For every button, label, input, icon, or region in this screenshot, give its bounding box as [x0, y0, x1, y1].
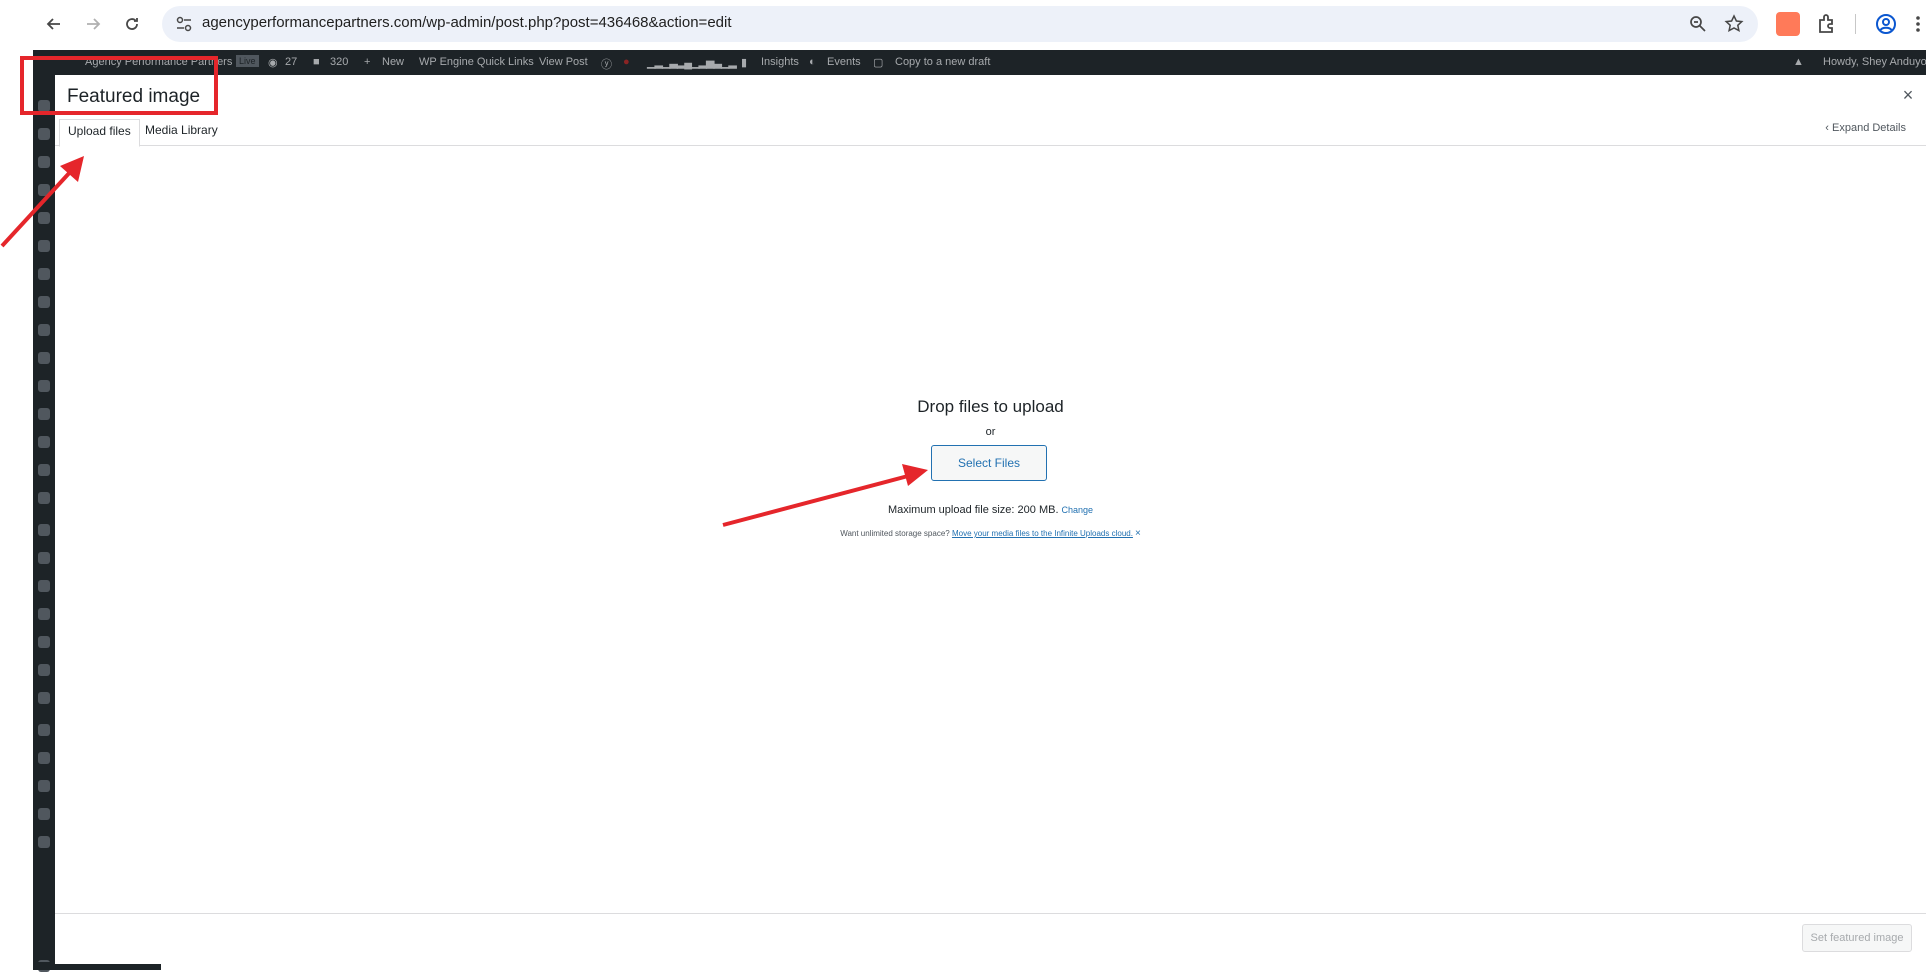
insights-bar-icon: ▮: [741, 57, 748, 69]
new-menu[interactable]: New: [382, 56, 404, 68]
menu-chart-icon[interactable]: [38, 436, 50, 448]
menu-image-icon[interactable]: [38, 664, 50, 676]
menu-star-icon[interactable]: [38, 780, 50, 792]
seo-status-dot-icon: ●: [623, 56, 630, 68]
menu-w-icon[interactable]: [38, 352, 50, 364]
dismiss-icon[interactable]: ×: [1135, 528, 1141, 539]
chevron-left-icon: ‹: [1825, 122, 1829, 134]
expand-details-button[interactable]: ‹ Expand Details: [1825, 122, 1906, 134]
modal-toolbar: Set featured image: [55, 913, 1926, 964]
wp-admin-bar: Agency Performance Partners Live ◉ 27 ■ …: [33, 50, 1926, 75]
menu-layout-icon[interactable]: [38, 380, 50, 392]
copy-to-new-draft[interactable]: Copy to a new draft: [895, 56, 990, 68]
zoom-icon[interactable]: [1688, 14, 1708, 34]
live-badge: Live: [236, 55, 259, 67]
menu-table-icon[interactable]: [38, 692, 50, 704]
back-button[interactable]: [40, 12, 68, 36]
address-bar[interactable]: agencyperformancepartners.com/wp-admin/p…: [162, 6, 1758, 42]
view-post-link[interactable]: View Post: [539, 56, 588, 68]
notifications-bell-icon[interactable]: ▲: [1793, 56, 1804, 68]
menu-circle-icon[interactable]: [38, 492, 50, 504]
menu-settings-icon[interactable]: [38, 808, 50, 820]
tab-media-library[interactable]: Media Library: [137, 119, 226, 144]
infinite-uploads-link[interactable]: Move your media files to the Infinite Up…: [952, 529, 1133, 538]
storage-prefix: Want unlimited storage space?: [840, 529, 950, 538]
featured-image-modal: Featured image × Upload files Media Libr…: [55, 75, 1926, 964]
close-icon[interactable]: ×: [1898, 85, 1918, 105]
menu-pages-icon[interactable]: [38, 324, 50, 336]
select-files-button[interactable]: Select Files: [931, 445, 1047, 481]
storage-note: Want unlimited storage space? Move your …: [55, 528, 1926, 539]
site-info-icon[interactable]: [174, 14, 194, 34]
menu-feedback-icon[interactable]: [38, 212, 50, 224]
forward-button[interactable]: [79, 12, 107, 36]
copy-icon: ▢: [873, 57, 884, 69]
drop-files-heading: Drop files to upload: [917, 397, 1064, 416]
comments-count[interactable]: 320: [330, 56, 348, 68]
or-label: or: [985, 426, 996, 438]
change-link[interactable]: Change: [1062, 505, 1094, 515]
menu-badge-icon[interactable]: [38, 524, 50, 536]
wpengine-quick-links[interactable]: WP Engine Quick Links: [419, 56, 534, 68]
back-arrow-icon: [46, 18, 60, 30]
reload-button[interactable]: [118, 12, 146, 36]
forward-arrow-icon: [87, 18, 101, 30]
events-icon: ◐: [809, 56, 816, 68]
views-count[interactable]: 27: [285, 56, 297, 68]
yoast-icon[interactable]: ⓨ: [601, 56, 612, 72]
profile-avatar-icon[interactable]: [1874, 12, 1898, 36]
menu-plugins-icon[interactable]: [38, 580, 50, 592]
browser-menu-icon[interactable]: [1910, 12, 1926, 36]
max-upload-size: Maximum upload file size: 200 MB. Change: [55, 504, 1926, 516]
set-featured-image-button[interactable]: Set featured image: [1802, 924, 1912, 952]
menu-users-icon[interactable]: [38, 608, 50, 620]
views-icon: ◉: [268, 57, 278, 69]
url-text[interactable]: agencyperformancepartners.com/wp-admin/p…: [202, 14, 732, 31]
menu-gear-icon[interactable]: [38, 156, 50, 168]
menu-camera-icon[interactable]: [38, 268, 50, 280]
menu-mail-icon[interactable]: [38, 240, 50, 252]
max-upload-size-text: Maximum upload file size: 200 MB.: [887, 504, 1059, 516]
browser-toolbar: agencyperformancepartners.com/wp-admin/p…: [0, 0, 1926, 48]
howdy-user-menu[interactable]: Howdy, Shey Anduyo: [1823, 56, 1926, 68]
menu-megaphone-icon[interactable]: [38, 464, 50, 476]
insights-menu[interactable]: Insights: [761, 56, 799, 68]
tab-upload-files[interactable]: Upload files: [59, 119, 140, 147]
menu-folder-icon[interactable]: [38, 296, 50, 308]
annotation-highlight-box: [20, 56, 218, 115]
reload-icon: [126, 18, 138, 30]
hubspot-extension-icon[interactable]: [1776, 12, 1800, 36]
menu-list-icon[interactable]: [38, 408, 50, 420]
comments-icon: ■: [313, 56, 320, 68]
extensions-puzzle-icon[interactable]: [1815, 12, 1839, 36]
menu-shield-icon[interactable]: [38, 752, 50, 764]
bookmark-star-icon[interactable]: [1724, 14, 1744, 34]
wp-admin-sidebar: [33, 75, 55, 972]
menu-cloud-icon[interactable]: [38, 836, 50, 848]
plus-icon: +: [364, 56, 371, 68]
modal-tabs: Upload files Media Library: [55, 119, 1926, 147]
menu-video-icon[interactable]: [38, 184, 50, 196]
menu-plugin-icon[interactable]: [38, 128, 50, 140]
menu-tools-icon[interactable]: [38, 636, 50, 648]
menu-yoast-icon[interactable]: [38, 724, 50, 736]
menu-brush-icon[interactable]: [38, 552, 50, 564]
events-menu[interactable]: Events: [827, 56, 861, 68]
toolbar-divider: [1855, 14, 1856, 34]
stats-sparkline-icon[interactable]: ▁▂▁▃▂▄▁▂▅▃▁▂: [647, 56, 737, 69]
expand-details-label: Expand Details: [1832, 122, 1906, 134]
